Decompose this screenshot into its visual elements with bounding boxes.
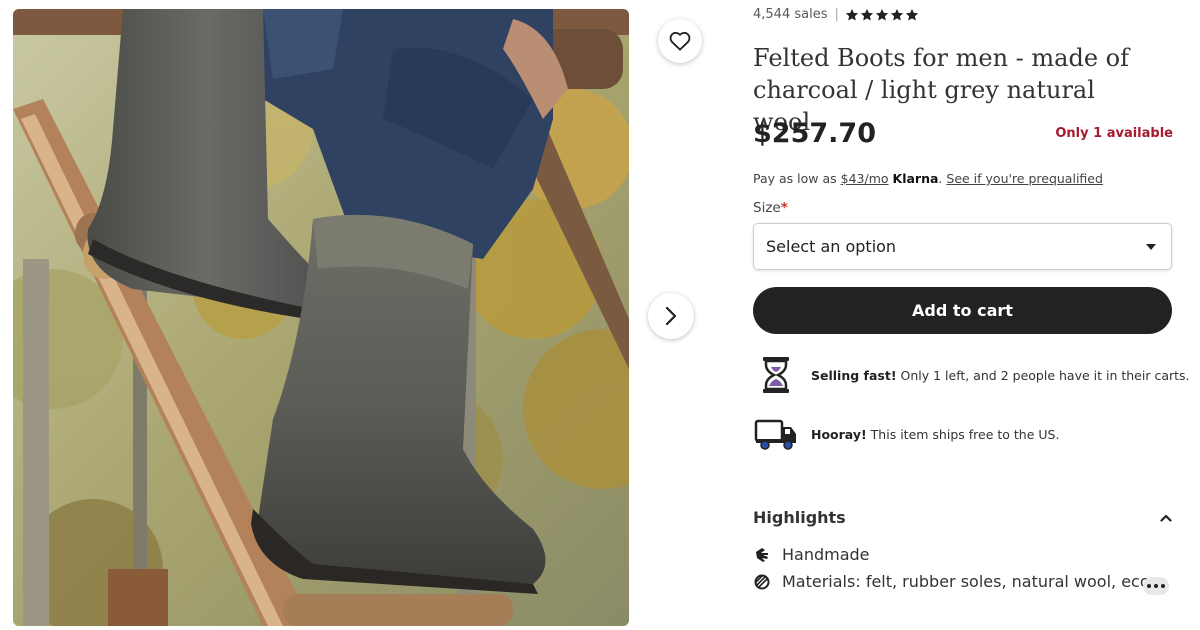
more-dots-icon[interactable]	[1143, 577, 1169, 595]
size-label: Size*	[753, 200, 788, 216]
highlights-toggle[interactable]: Highlights	[753, 508, 1172, 527]
star-icon	[905, 8, 918, 20]
klarna-period: .	[938, 171, 943, 186]
felted-boots-image	[13, 9, 629, 626]
klarna-logo: Klarna	[892, 171, 939, 186]
heart-icon	[669, 31, 691, 51]
product-photo[interactable]	[13, 9, 629, 626]
size-select-value: Select an option	[766, 237, 897, 256]
highlight-materials-text: Materials: felt, rubber soles, natural w…	[782, 572, 1170, 591]
hand-icon	[753, 546, 771, 564]
size-label-text: Size	[753, 200, 781, 216]
klarna-financing: Pay as low as $43/mo Klarna. See if you'…	[753, 171, 1103, 186]
klarna-prefix: Pay as low as	[753, 171, 841, 186]
favorite-button[interactable]	[658, 19, 702, 63]
star-icon	[845, 8, 858, 20]
delivery-truck-icon	[753, 414, 799, 454]
highlight-materials: Materials: felt, rubber soles, natural w…	[753, 572, 1170, 591]
selling-fast-notice: Selling fast! Only 1 left, and 2 people …	[753, 355, 1190, 395]
star-icon	[875, 8, 888, 20]
free-shipping-notice: Hooray! This item ships free to the US.	[753, 414, 1059, 454]
star-icon	[890, 8, 903, 20]
separator: |	[834, 7, 839, 22]
sales-rating-row: 4,544 sales |	[753, 7, 919, 22]
add-to-cart-button[interactable]: Add to cart	[753, 287, 1172, 334]
star-rating[interactable]	[845, 8, 919, 22]
chevron-right-icon	[665, 306, 677, 326]
stock-status: Only 1 available	[1055, 126, 1173, 141]
required-asterisk: *	[780, 200, 788, 216]
selling-fast-text: Only 1 left, and 2 people have it in the…	[896, 367, 1190, 383]
selling-fast-bold: Selling fast!	[811, 367, 897, 383]
star-icon	[860, 8, 873, 20]
caret-down-icon	[1146, 243, 1156, 250]
sales-count: 4,544 sales	[753, 7, 828, 22]
klarna-amount-link[interactable]: $43/mo	[841, 171, 889, 186]
size-select[interactable]: Select an option	[753, 223, 1172, 270]
price: $257.70	[753, 118, 876, 149]
prequalify-link[interactable]: See if you're prequalified	[946, 171, 1103, 186]
next-image-button[interactable]	[648, 293, 694, 339]
highlight-handmade: Handmade	[753, 545, 870, 564]
materials-icon	[753, 573, 771, 591]
highlights-title: Highlights	[753, 508, 846, 527]
shipping-text: This item ships free to the US.	[866, 426, 1060, 442]
chevron-up-icon	[1160, 514, 1172, 522]
highlight-handmade-text: Handmade	[782, 545, 870, 564]
hourglass-icon	[753, 355, 799, 395]
shipping-bold: Hooray!	[811, 426, 867, 442]
